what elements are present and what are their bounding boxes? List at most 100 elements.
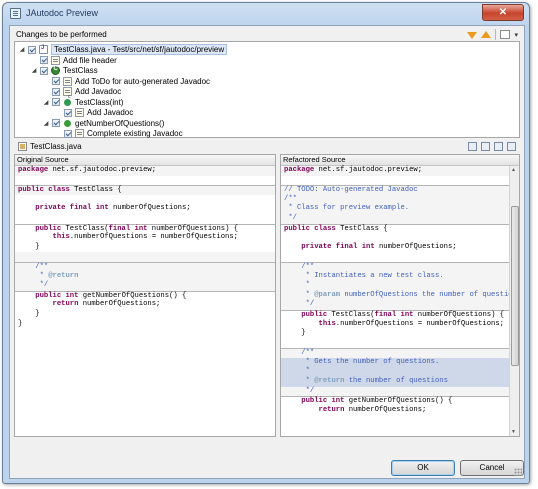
previous-difference-icon[interactable] bbox=[507, 142, 516, 151]
tree-item-checkbox[interactable] bbox=[40, 56, 48, 64]
tree-item-label: Add file header bbox=[63, 55, 117, 65]
filter-icon[interactable] bbox=[500, 30, 511, 39]
tree-item-checkbox[interactable] bbox=[52, 77, 60, 85]
tree-item[interactable]: ◢ TestClass bbox=[31, 65, 98, 76]
changes-header: Changes to be performed bbox=[16, 30, 107, 39]
code-line: return numberOfQuestions; bbox=[52, 300, 161, 309]
tree-item[interactable]: Add Javadoc bbox=[43, 86, 121, 97]
refactored-source-header: Refactored Source bbox=[281, 155, 519, 166]
changes-tree[interactable]: ◢ TestClass.java - Test/src/net/sf/jautod… bbox=[14, 41, 520, 138]
previous-change-icon[interactable] bbox=[481, 30, 492, 40]
ok-button[interactable]: OK bbox=[391, 460, 455, 476]
refactored-source-pane[interactable]: Refactored Source package net.sf.jautodo… bbox=[280, 154, 520, 437]
code-line: } bbox=[18, 309, 40, 318]
close-button[interactable]: ✕ bbox=[482, 4, 524, 21]
tree-item[interactable]: Complete existing Javadoc bbox=[55, 128, 183, 139]
toolbar-separator bbox=[495, 29, 497, 40]
tree-item[interactable]: Add Javadoc bbox=[55, 107, 133, 118]
doc-icon bbox=[51, 55, 60, 65]
code-line: this.numberOfQuestions = numberOfQuestio… bbox=[318, 319, 504, 328]
jautodoc-preview-window: JAutodoc Preview ✕ Changes to be perform… bbox=[2, 2, 530, 484]
code-line: } bbox=[18, 319, 23, 328]
changes-toolbar: ▾ bbox=[467, 29, 518, 40]
code-line: /** bbox=[281, 194, 509, 205]
tree-item-label: Complete existing Javadoc bbox=[87, 129, 183, 138]
tree-item[interactable]: ◢ TestClass(int) bbox=[43, 94, 124, 108]
doc-icon bbox=[63, 76, 72, 86]
expand-arrow-icon[interactable]: ◢ bbox=[19, 46, 25, 53]
tree-item-label: Add ToDo for auto-generated Javadoc bbox=[75, 76, 211, 86]
expand-arrow-icon[interactable]: ◢ bbox=[43, 120, 49, 127]
refactored-code[interactable]: package net.sf.jautodoc.preview; // TODO:… bbox=[281, 166, 519, 436]
code-line: */ bbox=[281, 213, 509, 224]
tree-item-label: getNumberOfQuestions() bbox=[75, 118, 165, 128]
expand-arrow-icon[interactable]: ◢ bbox=[43, 99, 49, 106]
class-icon bbox=[51, 66, 60, 75]
tree-item-label: TestClass(int) bbox=[75, 97, 124, 107]
original-code[interactable]: package net.sf.jautodoc.preview; public c… bbox=[15, 166, 275, 436]
code-line: return numberOfQuestions; bbox=[318, 405, 427, 414]
copy-current-icon[interactable] bbox=[481, 142, 490, 151]
code-line: */ bbox=[15, 281, 275, 291]
tree-item-checkbox[interactable] bbox=[64, 108, 72, 117]
next-difference-icon[interactable] bbox=[494, 142, 503, 151]
copy-all-icon[interactable] bbox=[468, 142, 477, 151]
constructor-icon bbox=[64, 94, 71, 106]
scroll-thumb[interactable] bbox=[511, 206, 519, 366]
scroll-up-icon[interactable]: ▲ bbox=[511, 167, 516, 173]
code-line: * Class for preview example. bbox=[281, 204, 509, 214]
code-line: private final int numberOfQuestions; bbox=[35, 204, 191, 213]
original-source-pane[interactable]: Original Source package net.sf.jautodoc.… bbox=[14, 154, 276, 437]
resize-grip[interactable] bbox=[514, 468, 522, 476]
next-change-icon[interactable] bbox=[467, 30, 478, 40]
tree-item[interactable]: ◢ TestClass.java - Test/src/net/sf/jautod… bbox=[19, 44, 228, 55]
code-line: public int getNumberOfQuestions() { bbox=[281, 396, 509, 406]
code-line: /** bbox=[281, 348, 509, 358]
app-icon bbox=[10, 8, 21, 19]
code-line: */ bbox=[281, 386, 509, 397]
vertical-scrollbar[interactable]: ▲ ▼ bbox=[509, 166, 519, 436]
tree-item-checkbox[interactable] bbox=[52, 98, 60, 106]
code-line: public class TestClass { bbox=[15, 185, 275, 195]
code-line: * @return the number of questions bbox=[281, 377, 509, 387]
code-line: * bbox=[281, 367, 509, 378]
dialog-body: Changes to be performed ▾ ◢ TestClass.jav… bbox=[9, 25, 525, 479]
tree-item-checkbox[interactable] bbox=[64, 129, 72, 138]
compare-toolbar bbox=[468, 142, 516, 151]
tree-item-label: TestClass.java - Test/src/net/sf/jautodo… bbox=[51, 44, 228, 55]
tree-item[interactable]: Add ToDo for auto-generated Javadoc bbox=[43, 76, 210, 87]
code-line bbox=[15, 252, 275, 262]
code-line: public int getNumberOfQuestions() { bbox=[15, 290, 275, 301]
tree-item-checkbox[interactable] bbox=[28, 45, 36, 54]
code-line: package net.sf.jautodoc.preview; bbox=[15, 166, 275, 176]
expand-arrow-icon[interactable]: ◢ bbox=[31, 67, 37, 74]
code-line: } bbox=[18, 242, 40, 251]
tree-item[interactable]: Add file header bbox=[31, 55, 117, 66]
title-bar[interactable]: JAutodoc Preview ✕ bbox=[3, 3, 529, 25]
code-line: // TODO: Auto-generated Javadoc bbox=[281, 185, 509, 195]
tree-item-checkbox[interactable] bbox=[52, 87, 60, 96]
code-line: private final int numberOfQuestions; bbox=[301, 242, 457, 251]
code-line: /** bbox=[15, 261, 275, 272]
java-file-icon bbox=[39, 45, 48, 54]
doc-icon bbox=[75, 108, 84, 117]
original-source-header: Original Source bbox=[15, 155, 275, 166]
tree-item-label: TestClass bbox=[63, 66, 98, 75]
tree-item-checkbox[interactable] bbox=[40, 66, 48, 75]
code-line: this.numberOfQuestions = numberOfQuestio… bbox=[52, 233, 238, 242]
code-line: public class TestClass { bbox=[281, 223, 509, 234]
tree-item-checkbox[interactable] bbox=[52, 119, 60, 127]
code-line: public TestClass(final int numberOfQuest… bbox=[15, 223, 275, 234]
code-line: * @return bbox=[15, 271, 275, 282]
tree-item[interactable]: ◢ getNumberOfQuestions() bbox=[43, 118, 165, 129]
chevron-down-icon[interactable]: ▾ bbox=[514, 31, 518, 39]
scroll-down-icon[interactable]: ▼ bbox=[511, 429, 516, 435]
code-line: * @param numberOfQuestions the number of… bbox=[281, 290, 519, 301]
tree-item-label: Add Javadoc bbox=[75, 87, 122, 96]
